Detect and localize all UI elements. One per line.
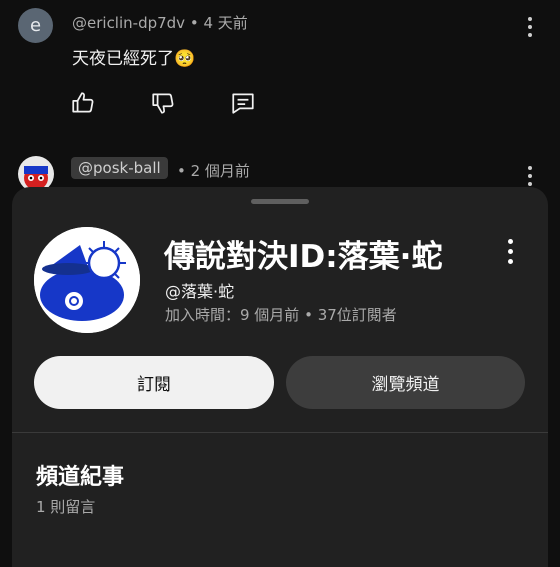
divider bbox=[12, 432, 548, 433]
section-subtitle: 1 則留言 bbox=[36, 498, 96, 516]
comment-time: 4 天前 bbox=[203, 14, 248, 32]
channel-bottom-sheet: 傳說對決ID:落葉·蛇 @落葉·蛇 加入時間：9 個月前 • 37位訂閱者 訂閱… bbox=[12, 187, 548, 567]
drag-handle[interactable] bbox=[251, 199, 309, 204]
section-title[interactable]: 頻道紀事 bbox=[36, 459, 124, 491]
comment-meta: • 2 個月前 bbox=[177, 160, 250, 181]
more-options-icon[interactable] bbox=[508, 239, 513, 264]
comment-icon[interactable] bbox=[230, 90, 256, 116]
view-channel-button[interactable]: 瀏覽頻道 bbox=[286, 356, 525, 409]
comment-item: e @ericlin-dp7dv • 4 天前 天夜已經死了🥺 bbox=[0, 0, 560, 150]
comment-author[interactable]: @ericlin-dp7dv bbox=[72, 14, 185, 32]
subscribe-button[interactable]: 訂閱 bbox=[34, 356, 274, 409]
channel-avatar[interactable] bbox=[34, 227, 140, 333]
more-options-icon[interactable] bbox=[528, 166, 532, 186]
channel-join-info: 加入時間：9 個月前 • 37位訂閱者 bbox=[165, 306, 397, 324]
channel-handle: @落葉·蛇 bbox=[165, 282, 235, 301]
avatar[interactable]: e bbox=[18, 8, 53, 43]
separator-dot: • bbox=[177, 162, 191, 180]
thumbs-down-icon[interactable] bbox=[150, 90, 176, 116]
channel-name: 傳說對決ID:落葉·蛇 bbox=[164, 239, 443, 275]
separator-dot: • bbox=[189, 14, 204, 32]
comment-meta: @ericlin-dp7dv • 4 天前 bbox=[72, 12, 248, 33]
comment-text: 天夜已經死了🥺 bbox=[72, 49, 196, 69]
comment-actions bbox=[70, 90, 256, 116]
comment-author[interactable]: @posk-ball bbox=[71, 157, 168, 179]
more-options-icon[interactable] bbox=[528, 17, 532, 37]
thumbs-up-icon[interactable] bbox=[70, 90, 96, 116]
comment-time: 2 個月前 bbox=[190, 162, 250, 180]
